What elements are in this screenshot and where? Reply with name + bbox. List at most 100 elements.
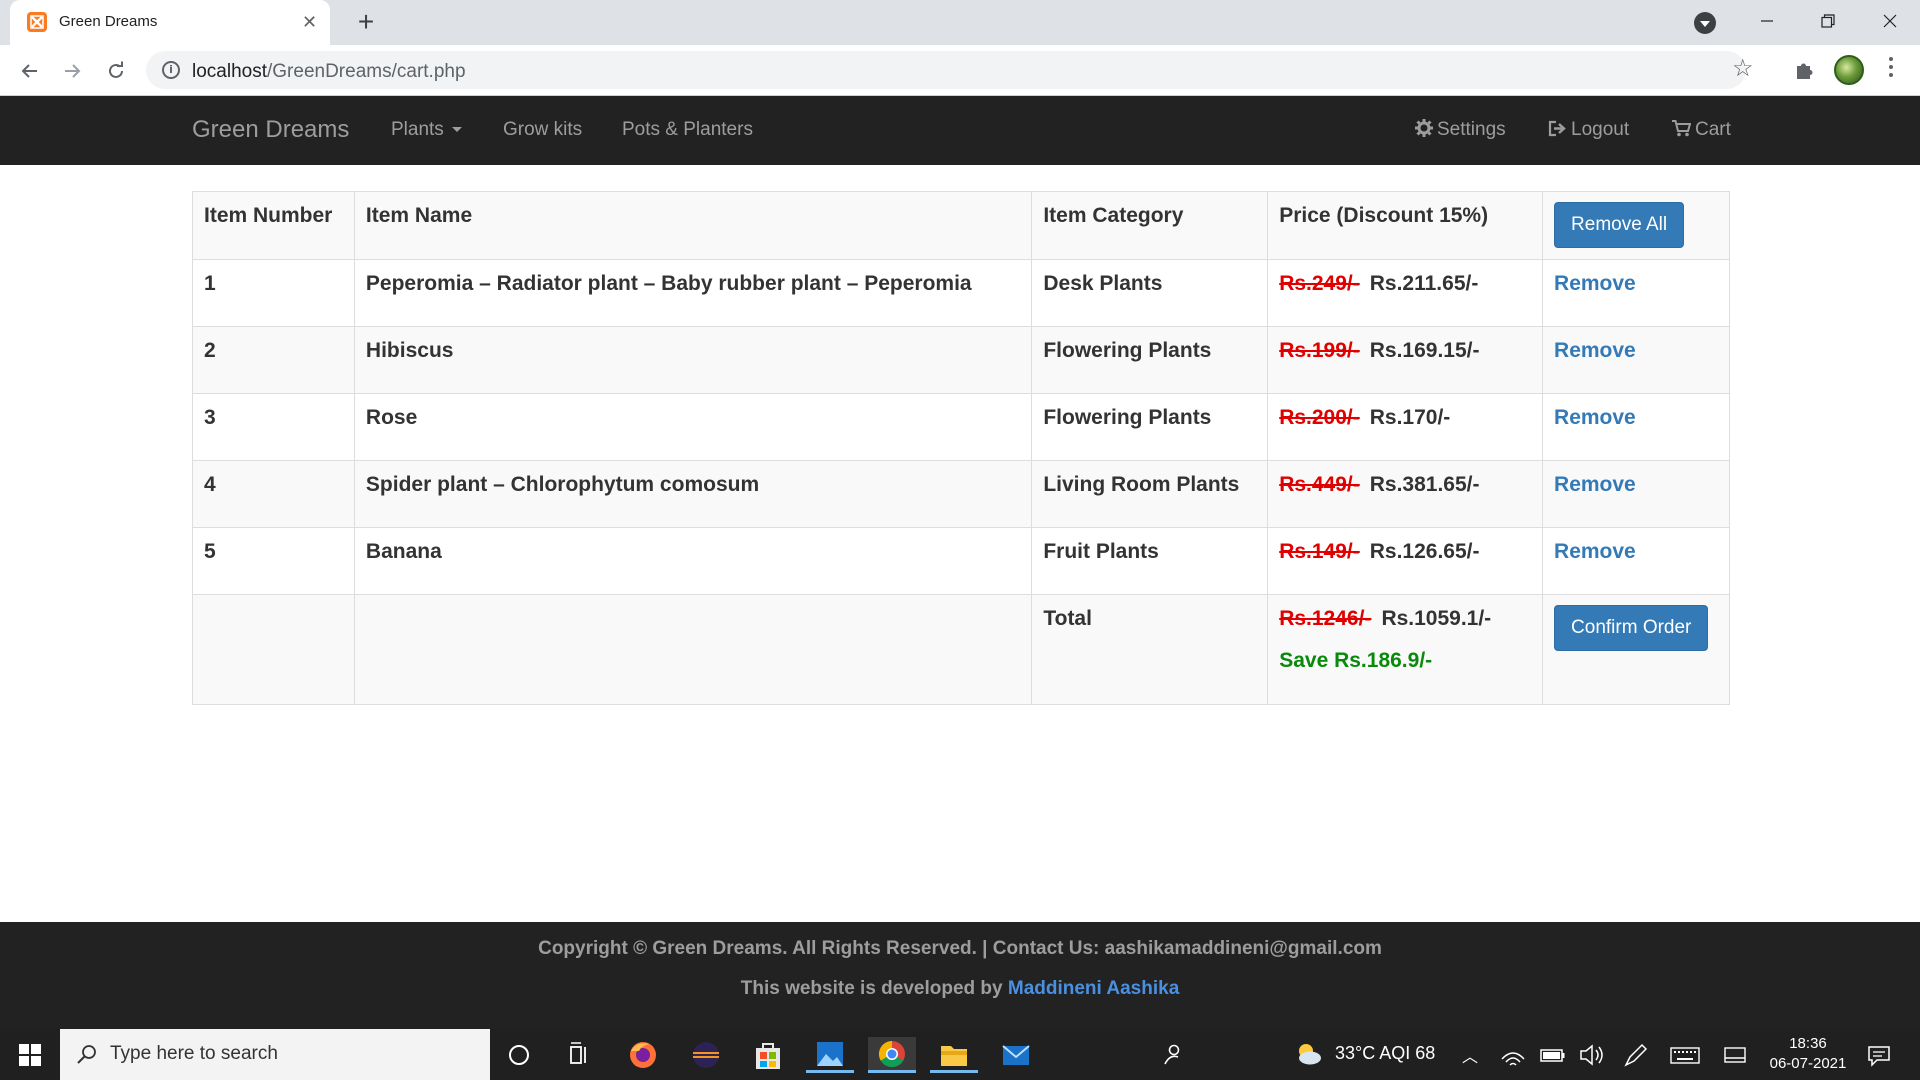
address-bar[interactable]: i localhost/GreenDreams/cart.php <box>146 51 1746 89</box>
profile-avatar[interactable] <box>1834 55 1864 85</box>
notifications-icon[interactable] <box>1862 1037 1896 1073</box>
extensions-puzzle-icon[interactable] <box>1793 59 1815 81</box>
eclipse-icon[interactable] <box>682 1037 730 1073</box>
item-number: 5 <box>192 527 355 595</box>
item-category: Fruit Plants <box>1031 527 1269 595</box>
forward-arrow-icon[interactable] <box>56 55 88 87</box>
firefox-icon[interactable] <box>619 1037 667 1073</box>
item-action: Remove <box>1542 527 1730 595</box>
desktop-icon[interactable] <box>1720 1037 1750 1073</box>
nav-grow-kits[interactable]: Grow kits <box>503 119 582 141</box>
site-navbar: Green Dreams Plants Grow kits Pots & Pla… <box>0 96 1920 165</box>
total-row: Total Rs.1246/- Rs.1059.1/- Save Rs.186.9… <box>192 594 1730 705</box>
remove-item-link[interactable]: Remove <box>1554 406 1636 429</box>
nav-pots-planters[interactable]: Pots & Planters <box>622 119 753 141</box>
total-discounted-price: Rs.1059.1/- <box>1381 607 1492 630</box>
cart-table: Item Number Item Name Item Category Pric… <box>192 191 1730 705</box>
discounted-price: Rs.169.15/- <box>1369 339 1480 362</box>
battery-icon[interactable] <box>1538 1037 1568 1073</box>
browser-menu-icon[interactable] <box>1888 57 1894 81</box>
item-name: Banana <box>353 527 1033 595</box>
window-close-button[interactable] <box>1870 5 1910 39</box>
bookmark-star-icon[interactable]: ☆ <box>1732 51 1754 87</box>
item-name: Peperomia – Radiator plant – Baby rubber… <box>353 259 1033 327</box>
table-row: 4 Spider plant – Chlorophytum comosum Li… <box>192 460 1730 528</box>
item-number: 3 <box>192 393 355 461</box>
taskbar-search-box[interactable]: Type here to search <box>60 1029 490 1080</box>
nav-plants-dropdown[interactable]: Plants <box>391 119 462 141</box>
table-row: 2 Hibiscus Flowering Plants Rs.199/- Rs.1… <box>192 326 1730 394</box>
gear-icon <box>1415 119 1433 137</box>
total-price: Rs.1246/- Rs.1059.1/- Save Rs.186.9/- <box>1267 594 1544 705</box>
windows-taskbar: Type here to search 33°C AQI 68 ︿ 18:36 … <box>0 1029 1920 1080</box>
nav-cart[interactable]: Cart <box>1672 119 1731 141</box>
savings-text: Save Rs.186.9/- <box>1279 649 1433 672</box>
cortana-icon[interactable] <box>495 1037 543 1073</box>
taskbar-clock[interactable]: 18:36 06-07-2021 <box>1768 1034 1848 1074</box>
header-price: Price (Discount 15%) <box>1267 191 1544 260</box>
item-category: Desk Plants <box>1031 259 1269 327</box>
new-tab-button[interactable]: + <box>350 6 382 38</box>
chrome-icon[interactable] <box>868 1037 916 1073</box>
reload-icon[interactable] <box>100 55 132 87</box>
nav-settings[interactable]: Settings <box>1415 119 1506 141</box>
header-actions: Remove All <box>1542 191 1730 260</box>
total-empty-cell <box>353 594 1033 705</box>
wifi-icon[interactable] <box>1498 1037 1528 1073</box>
remove-all-button[interactable]: Remove All <box>1554 202 1685 248</box>
weather-text[interactable]: 33°C AQI 68 <box>1335 1043 1435 1064</box>
table-row: 5 Banana Fruit Plants Rs.149/- Rs.126.65/… <box>192 527 1730 595</box>
photos-icon[interactable] <box>806 1037 854 1073</box>
item-number: 4 <box>192 460 355 528</box>
back-arrow-icon[interactable] <box>14 55 46 87</box>
total-empty-cell <box>192 594 355 705</box>
original-price: Rs.199/- <box>1279 339 1360 362</box>
item-name: Hibiscus <box>353 326 1033 394</box>
discounted-price: Rs.170/- <box>1369 406 1451 429</box>
item-price: Rs.449/- Rs.381.65/- <box>1267 460 1544 528</box>
remove-item-link[interactable]: Remove <box>1554 540 1636 563</box>
remove-item-link[interactable]: Remove <box>1554 272 1636 295</box>
item-category: Flowering Plants <box>1031 326 1269 394</box>
tab-search-icon[interactable] <box>1694 12 1716 34</box>
url-text[interactable]: localhost/GreenDreams/cart.php <box>192 61 466 83</box>
brand-logo-text[interactable]: Green Dreams <box>192 116 349 144</box>
confirm-order-button[interactable]: Confirm Order <box>1554 605 1709 651</box>
remove-item-link[interactable]: Remove <box>1554 339 1636 362</box>
windows-start-icon[interactable] <box>0 1029 60 1080</box>
remove-item-link[interactable]: Remove <box>1554 473 1636 496</box>
total-original-price: Rs.1246/- <box>1279 607 1372 630</box>
table-row: 1 Peperomia – Radiator plant – Baby rubb… <box>192 259 1730 327</box>
pen-icon[interactable] <box>1620 1037 1650 1073</box>
chevron-up-icon[interactable]: ︿ <box>1462 1043 1478 1067</box>
developer-link[interactable]: Maddineni Aashika <box>1008 978 1179 999</box>
keyboard-icon[interactable] <box>1668 1037 1702 1073</box>
site-footer: Copyright © Green Dreams. All Rights Res… <box>0 922 1920 1029</box>
mail-icon[interactable] <box>992 1037 1040 1073</box>
item-action: Remove <box>1542 393 1730 461</box>
original-price: Rs.200/- <box>1279 406 1360 429</box>
browser-tab[interactable]: Green Dreams ✕ <box>10 0 330 45</box>
task-view-icon[interactable] <box>555 1037 603 1073</box>
microsoft-store-icon[interactable] <box>744 1037 792 1073</box>
item-price: Rs.199/- Rs.169.15/- <box>1267 326 1544 394</box>
item-name: Rose <box>353 393 1033 461</box>
header-item-name: Item Name <box>353 191 1033 260</box>
volume-icon[interactable] <box>1577 1037 1607 1073</box>
nav-logout[interactable]: Logout <box>1548 119 1629 141</box>
clock-time: 18:36 <box>1789 1035 1827 1052</box>
item-price: Rs.249/- Rs.211.65/- <box>1267 259 1544 327</box>
site-info-icon[interactable]: i <box>162 61 180 79</box>
window-restore-button[interactable] <box>1808 5 1848 39</box>
window-minimize-button[interactable] <box>1747 5 1787 39</box>
search-icon <box>77 1045 96 1064</box>
people-icon[interactable] <box>1148 1037 1196 1073</box>
item-price: Rs.200/- Rs.170/- <box>1267 393 1544 461</box>
file-explorer-icon[interactable] <box>930 1037 978 1073</box>
original-price: Rs.249/- <box>1279 272 1360 295</box>
item-name: Spider plant – Chlorophytum comosum <box>353 460 1033 528</box>
xampp-favicon-icon <box>27 12 47 32</box>
original-price: Rs.149/- <box>1279 540 1360 563</box>
tab-close-icon[interactable]: ✕ <box>302 11 317 33</box>
weather-cloud-icon[interactable] <box>1285 1037 1333 1073</box>
